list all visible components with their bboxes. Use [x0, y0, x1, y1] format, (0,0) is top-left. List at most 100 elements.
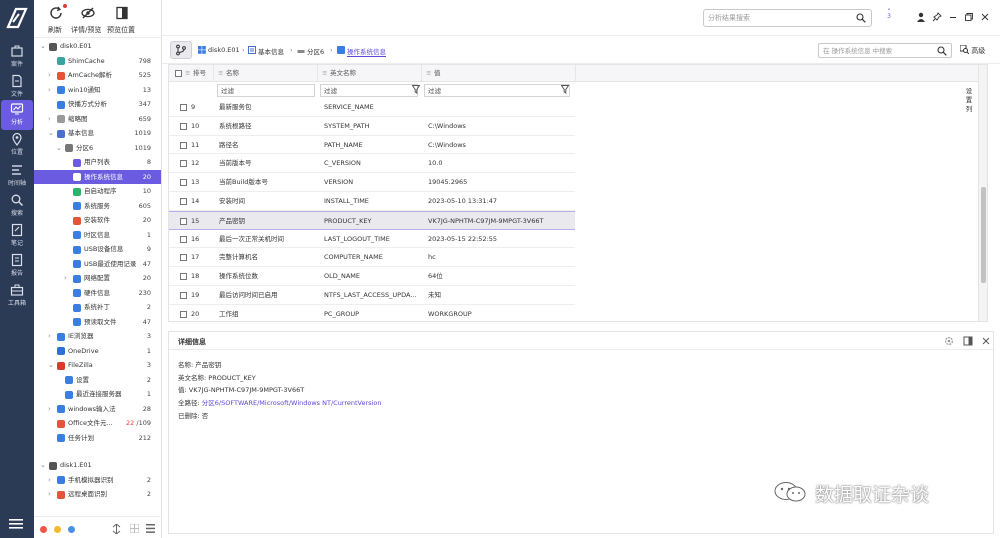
chevron-right-icon[interactable]: › [48, 329, 56, 344]
chevron-right-icon[interactable]: › [48, 112, 56, 127]
tree-item[interactable]: USB设备信息 9 [34, 242, 161, 257]
row-checkbox[interactable] [180, 273, 187, 281]
tree-item[interactable]: › 远程桌面识别 2 [34, 487, 161, 502]
filter-value[interactable] [424, 84, 570, 97]
nav-item-note[interactable]: 笔记 [1, 221, 33, 251]
tree-item[interactable]: 快播方式分析 347 [34, 97, 161, 112]
nav-item-timeline[interactable]: 时间轴 [1, 161, 33, 191]
chevron-right-icon[interactable]: › [48, 402, 56, 417]
filter-name-input[interactable] [221, 85, 308, 96]
analysis-search-input[interactable] [708, 12, 848, 24]
tree-item[interactable]: 硬件信息 230 [34, 286, 161, 301]
panel-layout-icon[interactable] [963, 336, 973, 346]
tree-item[interactable]: 操作系统信息 20 [34, 169, 161, 184]
tree-item[interactable]: ShimCache 798 [34, 54, 161, 69]
breadcrumb-os-info[interactable]: 操作系统信息 [347, 46, 386, 57]
tree-item[interactable]: 设置 2 [34, 373, 161, 388]
filter-search-box[interactable] [818, 43, 952, 58]
tree-item[interactable]: › 手机模拟器识别 2 [34, 473, 161, 488]
nav-item-toolbox[interactable]: 工具箱 [1, 281, 33, 311]
row-checkbox[interactable] [180, 254, 187, 262]
detail-path-link[interactable]: 分区6/SOFTWARE/Microsoft/Windows NT/Curren… [202, 399, 382, 407]
tree-item[interactable]: 预读取文件 47 [34, 315, 161, 330]
menu-icon[interactable] [9, 519, 23, 529]
breadcrumb-disk[interactable]: disk0.E01 [208, 46, 240, 54]
user-icon[interactable] [916, 12, 926, 22]
chevron-down-icon[interactable]: ⌄ [40, 39, 48, 54]
eye-off-icon[interactable] [80, 5, 96, 21]
nav-item-location[interactable]: 位置 [1, 130, 33, 160]
list-view-icon[interactable] [146, 524, 155, 533]
filter-name[interactable] [217, 84, 315, 97]
tree-item[interactable]: › win10通知 13 [34, 83, 161, 98]
table-row[interactable]: 18 操作系统位数 OLD_NAME 64位 [169, 267, 575, 286]
col-header-name[interactable]: ≡ 名称 [213, 65, 317, 82]
filter-icon[interactable] [412, 85, 420, 94]
filter-en-name-input[interactable] [324, 85, 411, 96]
filter-en-name[interactable] [320, 84, 418, 97]
preview-position-label[interactable]: 预览位置 [107, 25, 135, 35]
tree-item[interactable]: 最近连接服务器 1 [34, 387, 161, 402]
nav-item-report[interactable]: 报告 [1, 251, 33, 281]
blue-dot-icon[interactable] [68, 526, 75, 533]
filter-search-input[interactable] [823, 45, 931, 56]
settings-icon[interactable] [944, 336, 954, 346]
grid-view-icon[interactable] [130, 524, 139, 533]
yellow-dot-icon[interactable] [54, 526, 61, 533]
tree-item[interactable]: ⌄ disk0.E01 [34, 39, 161, 54]
tree-item[interactable]: Office文件元... 22 /109 [34, 416, 161, 431]
search-icon[interactable] [856, 13, 866, 23]
table-row[interactable]: 11 路径名 PATH_NAME C:\Windows [169, 136, 575, 155]
breadcrumb-partition[interactable]: 分区6 [307, 46, 324, 56]
table-row[interactable]: 16 最后一次正常关机时间 LAST_LOGOUT_TIME 2023-05-15 2… [169, 230, 575, 249]
chevron-down-icon[interactable]: ⌄ [56, 141, 64, 156]
chevron-right-icon[interactable]: › [48, 473, 56, 488]
table-row[interactable]: 12 当前版本号 C_VERSION 10.0 [169, 154, 575, 174]
red-dot-icon[interactable] [40, 526, 47, 533]
row-checkbox[interactable] [180, 235, 187, 243]
collapse-all-icon[interactable] [112, 524, 121, 534]
row-checkbox[interactable] [180, 292, 187, 299]
row-checkbox[interactable] [180, 310, 187, 318]
row-checkbox[interactable] [180, 179, 187, 187]
tree-item[interactable]: 任务计划 212 [34, 431, 161, 446]
nav-item-briefcase[interactable]: 案件 [1, 42, 33, 72]
restore-icon[interactable] [964, 12, 974, 22]
tree-item[interactable]: 用户列表 8 [34, 155, 161, 170]
close-icon[interactable] [980, 12, 990, 22]
table-row[interactable]: 15 产品密钥 PRODUCT_KEY VK7JG-NPHTM-C97JM-9MPGT… [169, 210, 575, 230]
notification-indicator[interactable]: • 3 [884, 8, 894, 21]
scrollbar-thumb[interactable] [981, 187, 986, 283]
col-header-seq[interactable]: ≡ 排号 [169, 65, 213, 82]
close-icon[interactable] [981, 336, 991, 346]
tree-item[interactable]: › AmCache解析 525 [34, 68, 161, 83]
chevron-down-icon[interactable]: ⌄ [40, 458, 48, 473]
select-all-checkbox[interactable] [175, 70, 182, 77]
nav-item-analysis[interactable]: 分析 [1, 100, 33, 130]
row-checkbox[interactable] [180, 122, 187, 130]
table-row[interactable]: 13 当前Build版本号 VERSION 19045.2965 [169, 173, 575, 192]
tree-item[interactable]: 时区信息 1 [34, 228, 161, 243]
tree-item[interactable]: ⌄ FileZilla 3 [34, 358, 161, 373]
table-row[interactable]: 9 最新服务包 SERVICE_NAME [169, 98, 575, 117]
refresh-icon[interactable] [48, 5, 64, 21]
filter-value-input[interactable] [428, 85, 558, 96]
tree-item[interactable]: USB最近使用记录 47 [34, 257, 161, 272]
col-header-en-name[interactable]: ≡ 英文名称 [317, 65, 421, 82]
chevron-right-icon[interactable]: › [64, 271, 72, 286]
search-icon[interactable] [937, 46, 947, 56]
pin-icon[interactable] [932, 12, 942, 22]
settings-columns-button[interactable]: 设置列 [963, 87, 975, 114]
table-row[interactable]: 14 安装时间 INSTALL_TIME 2023-05-10 13:31:47 [169, 192, 575, 211]
tree-item[interactable]: 系统服务 605 [34, 199, 161, 214]
detail-preview-label[interactable]: 详情/预览 [71, 25, 101, 35]
tree-item[interactable]: › 缩略图 659 [34, 112, 161, 127]
table-row[interactable]: 19 最后访问时间已启用 NTFS_LAST_ACCESS_UPDA... 未知 [169, 286, 575, 305]
table-row[interactable]: 17 完整计算机名 COMPUTER_NAME hc [169, 248, 575, 268]
filter-icon[interactable] [561, 85, 569, 94]
tree-item[interactable]: 自启动程序 10 [34, 184, 161, 199]
chevron-right-icon[interactable]: › [48, 83, 56, 98]
tree-item[interactable]: 安装软件 20 [34, 213, 161, 228]
row-checkbox[interactable] [180, 198, 187, 205]
table-row[interactable]: 10 系统根路径 SYSTEM_PATH C:\Windows [169, 117, 575, 136]
